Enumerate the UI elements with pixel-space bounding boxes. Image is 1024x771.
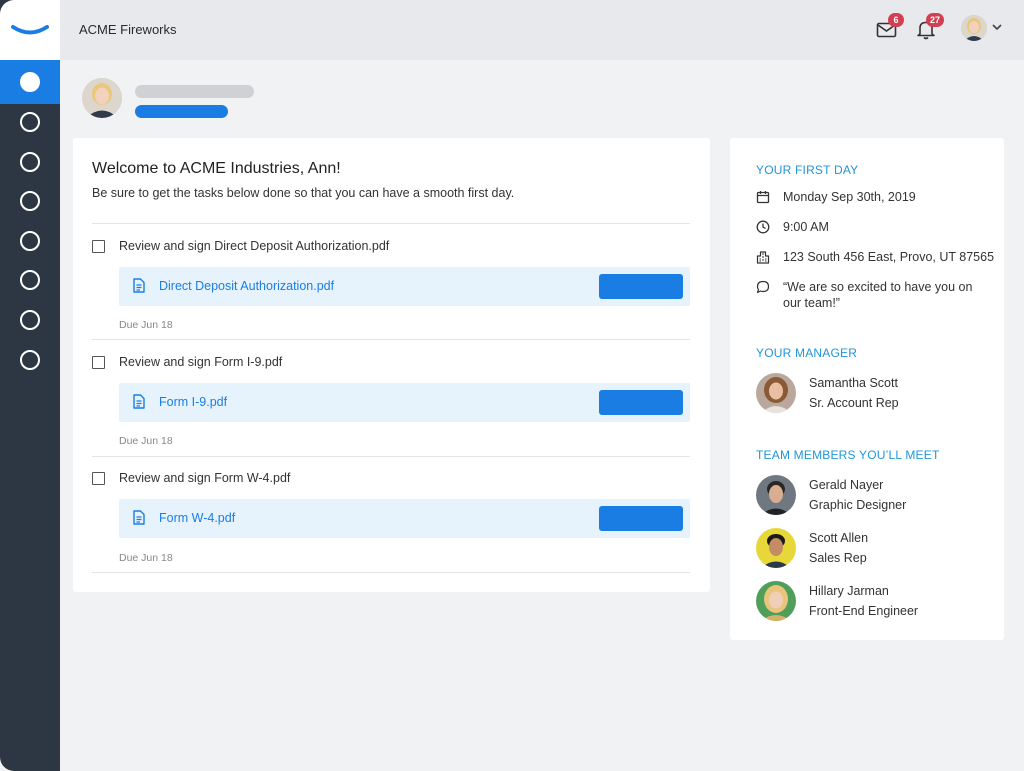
message-text: “We are so excited to have you on our te… xyxy=(783,280,973,310)
file-action-button[interactable] xyxy=(599,506,683,531)
circle-icon xyxy=(20,152,40,172)
file-link[interactable]: Form W-4.pdf xyxy=(159,511,235,525)
first-day-message: “We are so excited to have you on our te… xyxy=(756,279,996,311)
file-link[interactable]: Direct Deposit Authorization.pdf xyxy=(159,279,334,293)
file-action-button[interactable] xyxy=(599,274,683,299)
team-member-role: Graphic Designer xyxy=(809,498,907,512)
calendar-icon xyxy=(756,191,770,204)
divider xyxy=(92,456,690,457)
mail-badge: 6 xyxy=(888,13,904,27)
top-bar: ACME Fireworks 6 27 xyxy=(60,0,1024,60)
task-checkbox[interactable] xyxy=(92,355,105,369)
task-checkbox[interactable] xyxy=(92,471,105,485)
welcome-title: Welcome to ACME Industries, Ann! xyxy=(92,160,341,177)
sidebar-item-6[interactable] xyxy=(0,258,60,302)
profile-avatar xyxy=(82,78,122,118)
file-attachment: Form W-4.pdf xyxy=(119,499,690,538)
task-label: Review and sign Direct Deposit Authoriza… xyxy=(119,239,390,253)
date-text: Monday Sep 30th, 2019 xyxy=(783,190,916,204)
building-icon xyxy=(756,251,770,264)
circle-icon xyxy=(20,231,40,251)
divider xyxy=(92,572,690,573)
welcome-card: Welcome to ACME Industries, Ann! Be sure… xyxy=(73,138,710,592)
avatar xyxy=(756,581,796,621)
task-label: Review and sign Form I-9.pdf xyxy=(119,355,283,369)
profile-avatar-image xyxy=(82,78,122,118)
manager-avatar-image xyxy=(756,373,796,413)
file-attachment: Form I-9.pdf xyxy=(119,383,690,422)
manager-heading: YOUR MANAGER xyxy=(756,346,858,360)
manager-name: Samantha Scott xyxy=(809,376,898,390)
profile-name-placeholder xyxy=(135,85,254,98)
logo[interactable] xyxy=(0,0,60,60)
logo-smile-icon xyxy=(11,25,49,35)
avatar xyxy=(756,528,796,568)
team-member-avatar-image xyxy=(756,581,796,621)
due-date: Due Jun 18 xyxy=(119,552,173,564)
avatar xyxy=(756,373,796,413)
sidebar-item-8[interactable] xyxy=(0,338,60,382)
user-avatar[interactable] xyxy=(961,15,987,41)
circle-icon xyxy=(20,310,40,330)
document-icon xyxy=(133,510,145,525)
divider xyxy=(92,339,690,340)
manager-role: Sr. Account Rep xyxy=(809,396,899,410)
first-day-time: 9:00 AM xyxy=(756,219,996,235)
chevron-down-icon[interactable] xyxy=(992,23,1002,31)
circle-icon xyxy=(20,72,40,92)
team-member-role: Front-End Engineer xyxy=(809,604,919,618)
team-member[interactable]: Gerald Nayer Graphic Designer xyxy=(756,475,996,515)
sidebar-item-5[interactable] xyxy=(0,219,60,263)
file-action-button[interactable] xyxy=(599,390,683,415)
first-day-address: 123 South 456 East, Provo, UT 87565 xyxy=(756,249,996,265)
task-label: Review and sign Form W-4.pdf xyxy=(119,471,291,485)
clock-icon xyxy=(756,220,770,234)
sidebar-item-4[interactable] xyxy=(0,179,60,223)
welcome-subtitle: Be sure to get the tasks below done so t… xyxy=(92,186,515,200)
first-day-date: Monday Sep 30th, 2019 xyxy=(756,189,996,205)
avatar xyxy=(756,475,796,515)
team-member-role: Sales Rep xyxy=(809,551,867,565)
file-link[interactable]: Form I-9.pdf xyxy=(159,395,227,409)
team-member-avatar-image xyxy=(756,528,796,568)
notifications-button[interactable]: 27 xyxy=(916,13,945,47)
notifications-badge: 27 xyxy=(926,13,945,27)
due-date: Due Jun 18 xyxy=(119,435,173,447)
time-text: 9:00 AM xyxy=(783,220,829,234)
address-text: 123 South 456 East, Provo, UT 87565 xyxy=(783,250,995,264)
team-member[interactable]: Hillary Jarman Front-End Engineer xyxy=(756,581,996,621)
due-date: Due Jun 18 xyxy=(119,319,173,331)
sidebar-item-7[interactable] xyxy=(0,298,60,342)
sidebar-item-3[interactable] xyxy=(0,140,60,184)
file-attachment: Direct Deposit Authorization.pdf xyxy=(119,267,690,306)
circle-icon xyxy=(20,350,40,370)
task-item: Review and sign Direct Deposit Authoriza… xyxy=(92,236,389,256)
first-day-heading: YOUR FIRST DAY xyxy=(756,163,859,177)
mail-button[interactable]: 6 xyxy=(876,13,904,47)
team-member-name: Gerald Nayer xyxy=(809,478,884,492)
divider xyxy=(92,223,690,224)
task-item: Review and sign Form I-9.pdf xyxy=(92,352,282,372)
sidebar-item-1[interactable] xyxy=(0,60,60,104)
manager-card[interactable]: Samantha Scott Sr. Account Rep xyxy=(756,373,996,413)
team-member-avatar-image xyxy=(756,475,796,515)
circle-icon xyxy=(20,270,40,290)
user-avatar-image xyxy=(961,15,987,41)
circle-icon xyxy=(20,112,40,132)
team-member[interactable]: Scott Allen Sales Rep xyxy=(756,528,996,568)
sidebar xyxy=(0,0,60,771)
sidebar-item-2[interactable] xyxy=(0,100,60,144)
team-member-name: Scott Allen xyxy=(809,531,869,545)
info-card: YOUR FIRST DAY Monday Sep 30th, 2019 9:0… xyxy=(730,138,1004,640)
profile-link-placeholder xyxy=(135,105,228,118)
circle-icon xyxy=(20,191,40,211)
app-title: ACME Fireworks xyxy=(79,22,177,37)
team-member-name: Hillary Jarman xyxy=(809,584,889,598)
task-checkbox[interactable] xyxy=(92,239,105,253)
document-icon xyxy=(133,394,145,409)
team-heading: TEAM MEMBERS YOU’LL MEET xyxy=(756,448,940,462)
document-icon xyxy=(133,278,145,293)
task-item: Review and sign Form W-4.pdf xyxy=(92,468,290,488)
chat-bubble-icon xyxy=(756,280,770,294)
